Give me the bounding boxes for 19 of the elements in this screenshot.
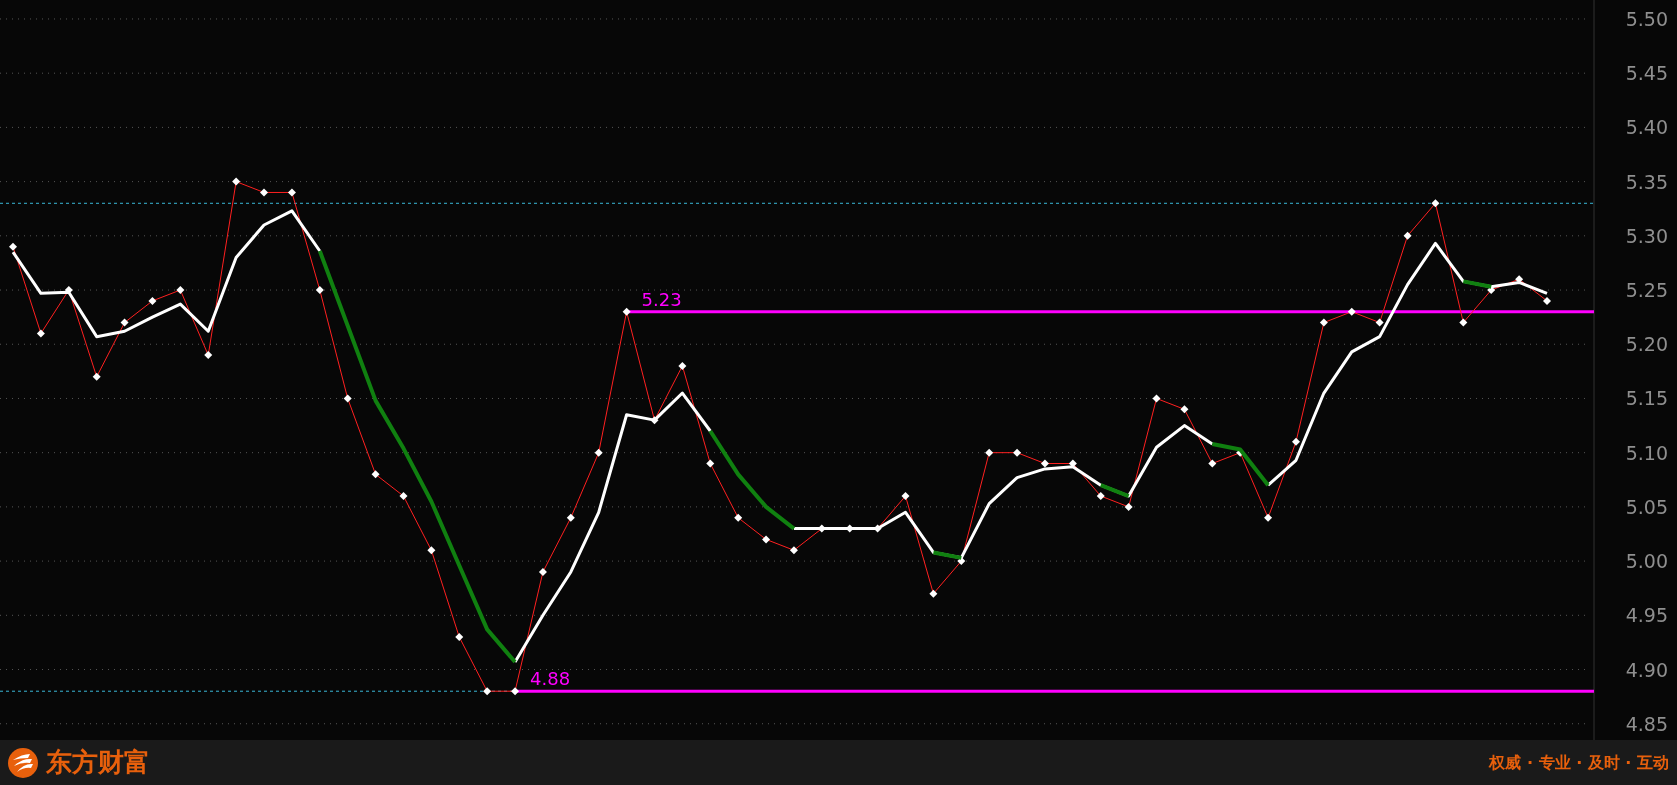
slogan-text: 权威 · 专业 · 及时 · 互动 [1489,751,1669,774]
axis-tick-label: 4.90 [1625,658,1668,681]
brand-name: 东方财富 [46,746,150,779]
axis-tick-label: 5.50 [1625,7,1668,30]
axis-tick-label: 5.25 [1625,279,1668,302]
axis-tick-label: 5.40 [1625,116,1668,139]
logo-icon [8,747,38,778]
axis-tick-label: 5.00 [1625,550,1668,573]
axis-tick-label: 5.15 [1625,387,1668,410]
axis-tick-label: 5.30 [1625,224,1668,247]
axis-tick-label: 5.20 [1625,333,1668,356]
level-label: 5.23 [641,288,682,310]
axis-tick-label: 4.85 [1625,712,1668,735]
axis-tick-label: 4.95 [1625,604,1668,627]
level-label: 4.88 [530,668,571,690]
axis-tick-label: 5.10 [1625,441,1668,464]
axis-tick-label: 5.45 [1625,62,1668,85]
axis-tick-label: 5.05 [1625,495,1668,518]
axis-tick-label: 5.35 [1625,170,1668,193]
